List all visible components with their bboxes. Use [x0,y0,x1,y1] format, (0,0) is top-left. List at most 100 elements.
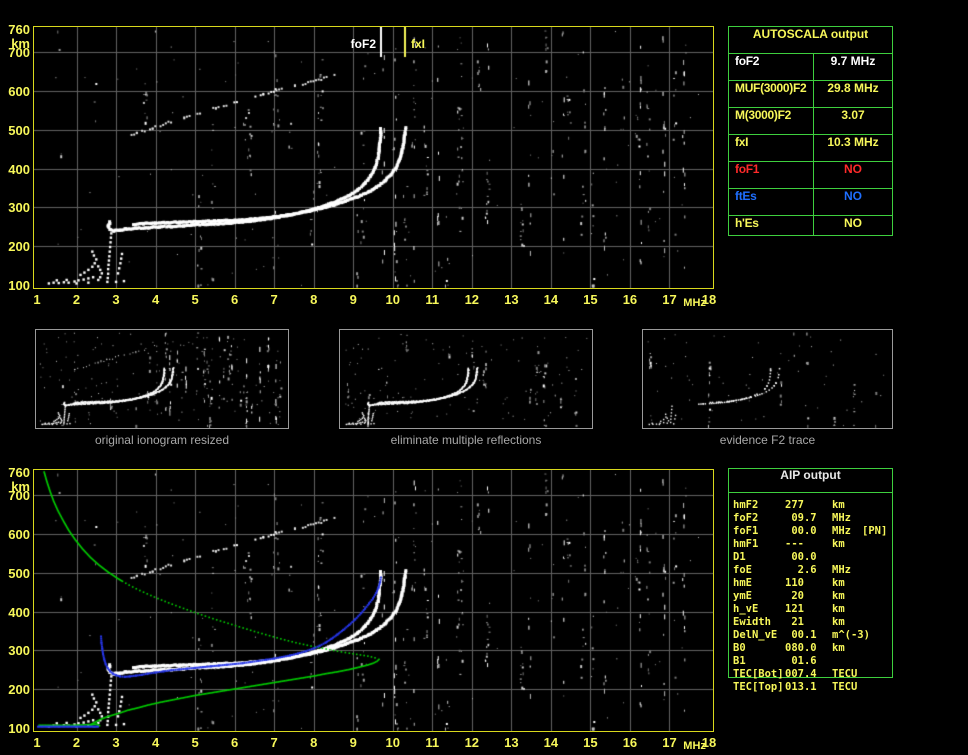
aip-row-value: 2.6 [785,564,817,576]
x-tick-label: 1 [33,292,41,307]
aip-row-label: D1 [733,551,746,563]
x-tick-label: 2 [72,735,81,750]
aip-row-value: 013.1 [785,681,817,693]
autoscala-row-label: foF2 [735,54,760,68]
autoscala-row-value: 29.8 MHz [827,81,879,95]
thumbnail-caption-evidence: evidence F2 trace [719,433,816,447]
aip-row-label: B1 [733,655,746,667]
autoscala-row-value: 9.7 MHz [830,54,876,68]
x-tick-label: 7 [270,735,278,750]
x-tick-label: 14 [543,292,559,307]
y-tick-label: 760 [8,465,30,480]
x-tick-label: 17 [662,735,677,750]
x-tick-label: 12 [464,735,480,750]
thumbnail-caption-eliminate: eliminate multiple reflections [390,433,542,447]
thumbnail-evidence-f2 [642,329,893,429]
x-tick-label: 10 [385,292,400,307]
thumbnail-original-canvas [36,330,288,428]
aip-row-label: foE [733,564,752,576]
aip-row: ymE 20 km [728,590,893,603]
x-tick-label: 13 [504,735,519,750]
aip-row: TEC[Top] 013.1 TECU [728,681,893,694]
aip-row-value: 00.1 [785,629,817,641]
autoscala-row-value: NO [844,162,862,176]
y-tick-label: 400 [8,161,30,177]
x-tick-label: 3 [112,292,120,307]
x-tick-label: 12 [464,292,480,307]
y-tick-label: 700 [8,45,30,61]
autoscala-row-value: 10.3 MHz [827,135,879,149]
x-tick-label: 13 [504,292,519,307]
aip-row-unit: km [832,577,845,589]
thumbnail-original-ionogram [35,329,289,429]
aip-row-label: hmF1 [733,538,759,550]
y-tick-label: 760 [8,22,30,37]
autoscala-row: h'Es NO [729,216,892,242]
top-ionogram-plot: foF2 fxI [33,26,714,289]
x-tick-label: 14 [543,735,559,750]
x-tick-label: 17 [662,292,677,307]
y-tick-label: 600 [8,84,30,100]
aip-row-value: 00.0 [785,551,817,563]
x-tick-label: 15 [583,292,598,307]
x-tick-label: 9 [349,292,357,307]
x-tick-label: 6 [231,735,239,750]
x-tick-label: 11 [425,292,440,307]
x-tick-label: 3 [112,735,120,750]
aip-row-label: hmE [733,577,752,589]
aip-row: foF1 00.0 MHz [PN] [728,525,893,538]
y-tick-label: 200 [8,239,30,255]
aip-row-value: 110 [785,577,804,589]
aip-row-label: foF2 [733,512,759,524]
aip-panel: AIP output hmF2 277 km foF2 09.7 MHz foF1 00.… [728,468,893,700]
fof2-marker-label: foF2 [350,37,376,51]
x-tick-label: 6 [231,292,239,307]
autoscala-title: AUTOSCALA output [729,27,892,54]
autoscala-panel: AUTOSCALA output foF2 9.7 MHz MUF(3000)F2 2… [728,26,893,236]
x-tick-label: 7 [270,292,278,307]
autoscala-row-label: M(3000)F2 [735,108,791,122]
aip-row-label: hmF2 [733,499,759,511]
aip-row-label: ymE [733,590,752,602]
x-tick-label: 9 [349,735,357,750]
aip-row-value: 20 [785,590,804,602]
aip-row-value: 277 [785,499,804,511]
autoscala-row-value: NO [844,216,862,230]
x-tick-label: 15 [583,735,598,750]
aip-row-value: 09.7 [785,512,817,524]
autoscala-row-label: h'Es [735,216,759,230]
aip-row-unit: TECU [832,681,858,693]
aip-row-label: TEC[Bot] [733,668,784,680]
aip-row-unit: km [832,538,845,550]
autoscala-row-label: MUF(3000)F2 [735,81,807,95]
autoscala-rows: foF2 9.7 MHz MUF(3000)F2 29.8 MHz M(3000)F2 3… [729,54,892,242]
x-tick-label: 5 [191,735,199,750]
thumbnail-caption-original: original ionogram resized [94,433,230,447]
aip-title: AIP output [728,468,893,493]
aip-row-value: 121 [785,603,804,615]
aip-row: h_vE 121 km [728,603,893,616]
aip-row-unit: km [832,499,845,511]
aip-row-value: 00.0 [785,525,817,537]
y-tick-label: 500 [8,565,30,581]
y-tick-label: 700 [8,488,30,504]
autoscala-row: foF2 9.7 MHz [729,54,892,81]
x-tick-label: 8 [310,735,318,750]
aip-row-label: h_vE [733,603,759,615]
aip-row: hmF2 277 km [728,499,893,512]
aip-row: DelN_vE 00.1 m^(-3) [728,629,893,642]
aip-row-unit: m^(-3) [832,629,870,641]
aip-row-unit: km [832,603,845,615]
aip-row-label: Ewidth [733,616,771,628]
x-tick-label: 5 [191,292,199,307]
aip-row: B0 080.0 km [728,642,893,655]
autoscala-row: M(3000)F2 3.07 [729,108,892,135]
autoscala-row: foF1 NO [729,162,892,189]
y-tick-label: 400 [8,604,30,620]
aip-row: TEC[Bot] 007.4 TECU [728,668,893,681]
x-tick-label: 8 [310,292,318,307]
y-tick-label: 500 [8,122,30,138]
aip-row: hmF1 --- km [728,538,893,551]
x-axis-unit-label: MHz [683,297,706,309]
aip-row-value: 007.4 [785,668,817,680]
